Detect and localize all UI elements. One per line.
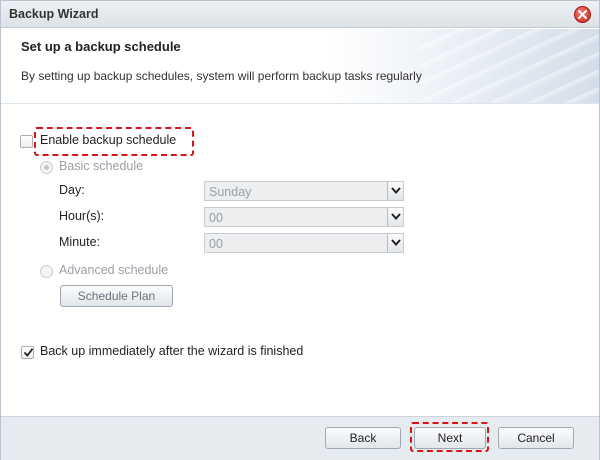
minute-select-value: 00 — [209, 237, 223, 251]
advanced-schedule-radio[interactable] — [40, 265, 53, 278]
window-title: Backup Wizard — [9, 7, 99, 21]
backup-immediately-label[interactable]: Back up immediately after the wizard is … — [40, 344, 303, 358]
minute-select[interactable]: 00 — [204, 233, 404, 253]
back-button[interactable]: Back — [325, 427, 401, 449]
header-title: Set up a backup schedule — [21, 39, 181, 54]
cancel-button[interactable]: Cancel — [498, 427, 574, 449]
title-bar: Backup Wizard — [1, 1, 599, 28]
hour-label: Hour(s): — [59, 209, 105, 223]
day-select-value: Sunday — [209, 185, 252, 199]
chevron-down-icon — [391, 239, 401, 246]
checkmark-icon — [23, 348, 34, 357]
close-button[interactable] — [574, 6, 591, 23]
wizard-header: Set up a backup schedule By setting up b… — [1, 29, 599, 104]
day-select[interactable]: Sunday — [204, 181, 404, 201]
hour-select-value: 00 — [209, 211, 223, 225]
header-description: By setting up backup schedules, system w… — [21, 69, 422, 83]
hour-select[interactable]: 00 — [204, 207, 404, 227]
schedule-plan-button[interactable]: Schedule Plan — [60, 285, 173, 307]
day-dropdown-arrow[interactable] — [387, 182, 403, 200]
close-icon — [578, 10, 587, 19]
header-decoration — [419, 29, 599, 103]
basic-schedule-radio[interactable] — [40, 161, 53, 174]
hour-dropdown-arrow[interactable] — [387, 208, 403, 226]
basic-schedule-label: Basic schedule — [59, 159, 144, 173]
enable-schedule-highlight — [34, 127, 194, 156]
backup-immediately-checkbox[interactable] — [21, 346, 34, 359]
enable-schedule-checkbox[interactable] — [20, 135, 33, 148]
backup-wizard-window: Backup Wizard Set up a backup schedule B… — [0, 0, 600, 460]
chevron-down-icon — [391, 187, 401, 194]
minute-dropdown-arrow[interactable] — [387, 234, 403, 252]
advanced-schedule-label: Advanced schedule — [59, 263, 169, 277]
minute-label: Minute: — [59, 235, 100, 249]
chevron-down-icon — [391, 213, 401, 220]
next-button-highlight — [410, 422, 489, 452]
day-label: Day: — [59, 183, 85, 197]
